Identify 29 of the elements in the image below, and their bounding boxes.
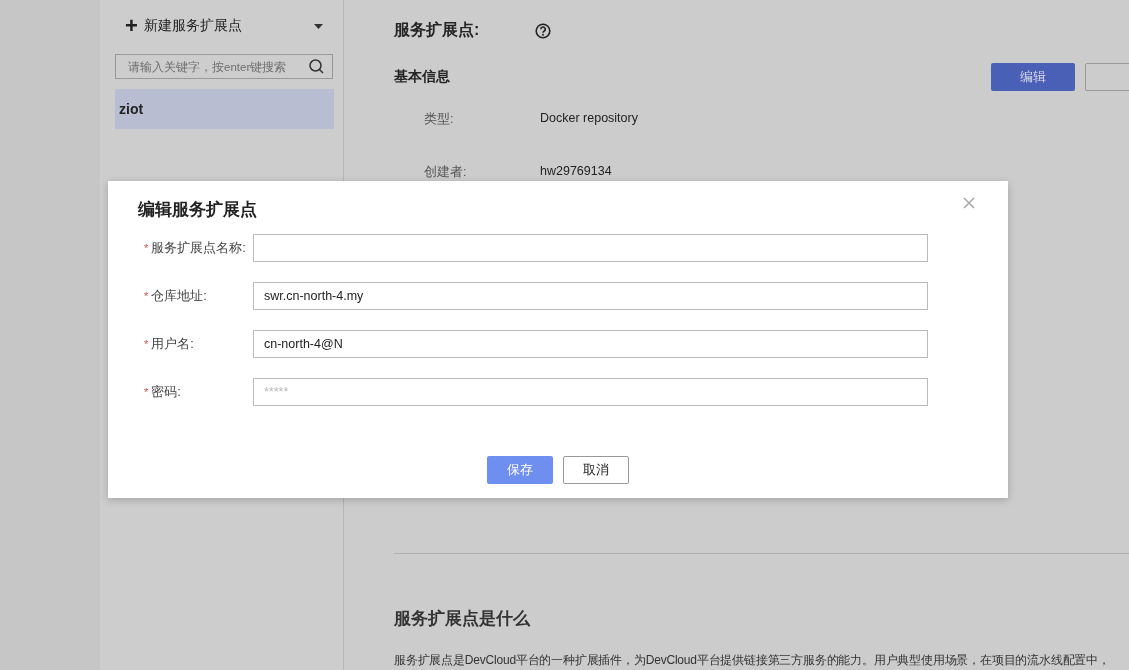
required-mark: *	[144, 338, 149, 350]
dialog-title: 编辑服务扩展点	[138, 199, 257, 221]
required-mark: *	[144, 242, 149, 254]
field-label: 用户名:	[151, 335, 194, 353]
info-label: 创建者:	[423, 164, 468, 178]
edit-button[interactable]: 编辑	[991, 63, 1075, 91]
caret-icon[interactable]	[314, 23, 323, 29]
page-title: 服务扩展点:	[394, 20, 480, 40]
input-field[interactable]: cn-north-4@N	[253, 330, 928, 358]
info-value: hw29769134	[540, 164, 612, 178]
section-heading: 服务扩展点是什么	[394, 608, 531, 630]
required-mark: *	[144, 386, 149, 398]
input-field[interactable]: swr.cn-north-4.my	[253, 282, 928, 310]
field-label: 密码:	[151, 383, 181, 401]
search-icon[interactable]	[309, 59, 324, 74]
field-label: 服务扩展点名称:	[151, 239, 246, 257]
help-icon[interactable]	[535, 22, 552, 39]
input-field[interactable]: *****	[253, 378, 928, 406]
sidebar-item[interactable]: ziot	[115, 89, 334, 129]
section-heading: 基本信息	[394, 68, 450, 86]
cancel-button[interactable]: 取消	[563, 456, 629, 484]
description-text: 服务扩展点是DevCloud平台的一种扩展插件，为DevCloud平台提供链接第三方服务的能力。用户典型使用场景，在项目的流水线配置中，	[394, 652, 1111, 669]
input-field[interactable]	[253, 234, 928, 262]
required-mark: *	[144, 290, 149, 302]
info-value: Docker repository	[540, 111, 638, 125]
new-extension-button[interactable]: + 新建服务扩展点	[115, 16, 242, 36]
search-field[interactable]: 请输入关键字，按enter键搜索	[115, 54, 333, 79]
info-label: 类型:	[423, 111, 455, 125]
field-label: 仓库地址:	[151, 287, 207, 305]
